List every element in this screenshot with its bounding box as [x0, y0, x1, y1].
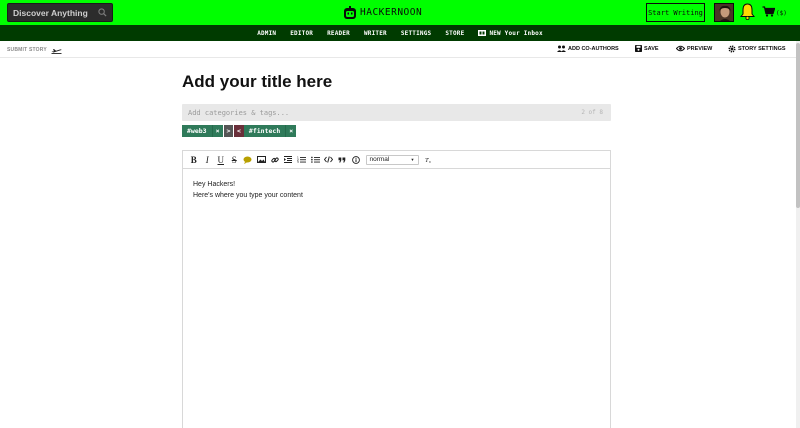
- add-coauthors-button[interactable]: ADD CO-AUTHORS: [557, 45, 619, 52]
- airplane-takeoff-icon: [51, 49, 62, 54]
- clear-formatting-icon[interactable]: Tx: [423, 153, 437, 167]
- link-icon[interactable]: [268, 153, 282, 167]
- nav-item-store[interactable]: STORE: [438, 30, 471, 37]
- nav-item-editor[interactable]: EDITOR: [283, 30, 320, 37]
- image-icon[interactable]: [255, 153, 269, 167]
- add-coauthors-label: ADD CO-AUTHORS: [568, 45, 619, 52]
- save-icon: [635, 45, 642, 52]
- indent-icon[interactable]: [282, 153, 296, 167]
- cart-button[interactable]: ($): [762, 6, 787, 17]
- tag-move-right-button[interactable]: >: [223, 125, 234, 137]
- editor-content[interactable]: Hey Hackers! Here's where you type your …: [193, 179, 303, 201]
- logo-text: HACKERNOON: [360, 7, 423, 18]
- notification-bell-icon[interactable]: [740, 3, 755, 20]
- nav-item-settings[interactable]: SETTINGS: [394, 30, 439, 37]
- font-size-select[interactable]: normal ▼: [365, 154, 419, 165]
- scrollbar-thumb[interactable]: [796, 43, 800, 208]
- eye-icon: [676, 45, 685, 52]
- start-writing-button[interactable]: Start Writing: [646, 3, 705, 22]
- submit-story-button[interactable]: SUBMIT STORY: [7, 46, 62, 54]
- search-placeholder: Discover Anything: [13, 7, 88, 18]
- tag-label: #web3: [182, 125, 212, 137]
- top-bar: Discover Anything HACKERNOON Start Writi…: [0, 0, 800, 25]
- nav-item-admin[interactable]: ADMIN: [250, 30, 283, 37]
- page-scrollbar[interactable]: [796, 41, 800, 428]
- tag-move-left-button[interactable]: <: [234, 125, 244, 137]
- highlight-icon[interactable]: [241, 153, 255, 167]
- strikethrough-icon[interactable]: S: [228, 153, 242, 167]
- gear-icon: [728, 45, 736, 53]
- robot-head-icon: [344, 5, 356, 19]
- editor-line: Here's where you type your content: [193, 192, 303, 199]
- svg-text:x: x: [429, 160, 431, 163]
- inbox-icon: [478, 30, 487, 36]
- inbox-label: NEW Your Inbox: [489, 29, 543, 37]
- save-button[interactable]: SAVE: [635, 45, 659, 52]
- cart-icon: [762, 6, 775, 17]
- bold-icon[interactable]: B: [187, 153, 201, 167]
- preview-label: PREVIEW: [687, 45, 713, 52]
- italic-icon[interactable]: I: [201, 153, 215, 167]
- story-settings-label: STORY SETTINGS: [738, 46, 786, 52]
- cart-count: ($): [776, 10, 787, 17]
- tags-count: 2 of 8: [581, 109, 603, 116]
- nav-item-writer[interactable]: WRITER: [357, 30, 394, 37]
- tag-remove-button[interactable]: ×: [285, 125, 297, 137]
- preview-button[interactable]: PREVIEW: [676, 45, 712, 52]
- search-input[interactable]: Discover Anything: [7, 3, 113, 22]
- info-icon[interactable]: [349, 153, 363, 167]
- tag-label: #fintech: [243, 125, 286, 137]
- story-title-input[interactable]: Add your title here: [182, 72, 332, 92]
- submit-story-label: SUBMIT STORY: [7, 47, 47, 53]
- tags-input[interactable]: Add categories & tags... 2 of 8: [182, 104, 611, 121]
- tags-placeholder: Add categories & tags...: [188, 108, 290, 117]
- nav-item-reader[interactable]: READER: [320, 30, 357, 37]
- search-icon[interactable]: [98, 8, 107, 17]
- underline-icon[interactable]: U: [214, 153, 228, 167]
- avatar[interactable]: [714, 3, 734, 22]
- hackernoon-logo[interactable]: HACKERNOON: [343, 5, 422, 20]
- people-icon: [557, 45, 566, 52]
- bullet-list-icon[interactable]: [309, 153, 323, 167]
- blockquote-icon[interactable]: [336, 153, 350, 167]
- editor-toolbar: B I U S 123 normal ▼ T x: [183, 151, 610, 169]
- tag-chip-web3: #web3 × >: [182, 125, 234, 137]
- editor-line: Hey Hackers!: [193, 181, 236, 188]
- tag-remove-button[interactable]: ×: [211, 125, 223, 137]
- code-icon[interactable]: [322, 153, 336, 167]
- font-size-value: normal: [369, 156, 390, 163]
- content-editor: B I U S 123 normal ▼ T x Hey Hackers! He…: [182, 150, 611, 428]
- dropdown-arrow-icon: ▼: [410, 157, 415, 162]
- main-nav: ADMIN EDITOR READER WRITER SETTINGS STOR…: [0, 25, 800, 41]
- tag-chip-fintech: < #fintech ×: [234, 125, 297, 137]
- svg-text:3: 3: [297, 160, 299, 163]
- story-toolbar: SUBMIT STORY ADD CO-AUTHORS SAVE PREVIEW: [0, 41, 796, 58]
- ordered-list-icon[interactable]: 123: [295, 153, 309, 167]
- nav-item-inbox[interactable]: NEW Your Inbox: [471, 30, 549, 37]
- save-label: SAVE: [644, 45, 659, 52]
- story-settings-button[interactable]: STORY SETTINGS: [728, 45, 786, 53]
